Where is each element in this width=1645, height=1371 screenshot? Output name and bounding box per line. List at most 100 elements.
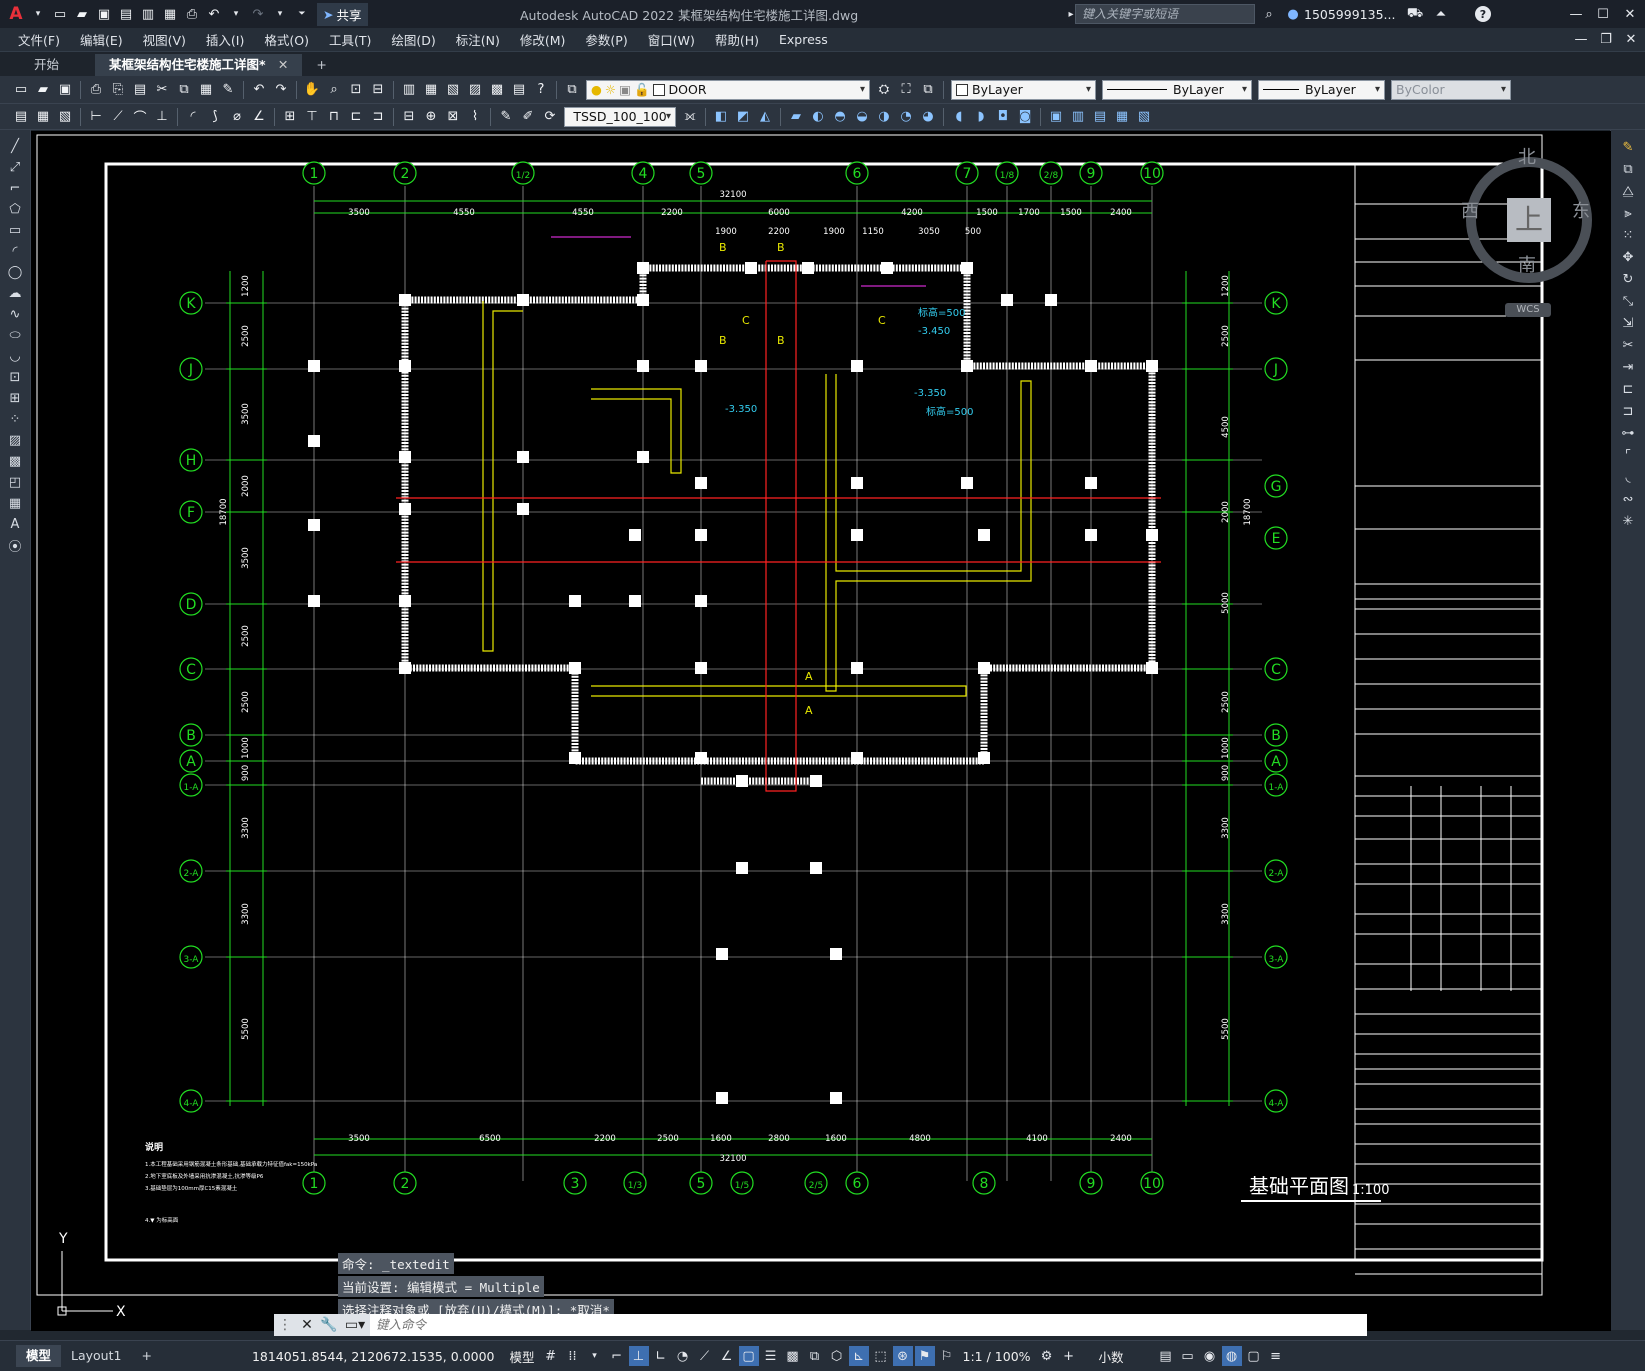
autocad-logo-icon[interactable]: A [6, 4, 26, 24]
lineweight-dropdown[interactable]: ByLayer ▾ [1258, 79, 1385, 100]
calculator-icon[interactable]: ▤ [509, 80, 529, 100]
save-icon[interactable]: ▣ [94, 4, 114, 24]
join-icon[interactable]: ⊶ [1614, 422, 1642, 444]
tool-palettes-icon[interactable]: ▧ [443, 80, 463, 100]
dim-text-edit-icon[interactable]: ✐ [518, 107, 538, 127]
menu-file[interactable]: 文件(F) [8, 30, 70, 49]
color-dropdown[interactable]: ByLayer ▾ [951, 79, 1096, 100]
dim-continue-icon[interactable]: ⊓ [324, 107, 344, 127]
slice-icon[interactable]: ◖ [949, 107, 969, 127]
region-icon[interactable]: ◰ [2, 472, 28, 492]
gizmo-icon[interactable]: ⊛ [892, 1346, 913, 1366]
layer-previous-icon[interactable]: ⛶ [896, 80, 916, 100]
new-tab-button[interactable]: + [302, 54, 340, 76]
properties-icon[interactable]: ▥ [399, 80, 419, 100]
search-input[interactable]: 键入关键字或短语 [1075, 4, 1255, 24]
quick-dim-icon[interactable]: ⊞ [280, 107, 300, 127]
publish-icon[interactable]: ▤ [130, 80, 150, 100]
share-button[interactable]: ➤ 共享 [317, 2, 368, 26]
array-icon[interactable]: ⁙ [1614, 224, 1642, 246]
chevron-down-icon[interactable]: ▾ [585, 1346, 605, 1366]
insert-block-icon[interactable]: ⊡ [2, 367, 28, 387]
zoom-window-icon[interactable]: ⊡ [346, 80, 366, 100]
undo-icon[interactable]: ↶ [204, 4, 224, 24]
save-as-icon[interactable]: ▤ [116, 4, 136, 24]
menu-modify[interactable]: 修改(M) [510, 30, 576, 49]
zoom-previous-icon[interactable]: ⊟ [368, 80, 388, 100]
trim-icon[interactable]: ✂ [1614, 334, 1642, 356]
customization-icon[interactable]: ≡ [1266, 1346, 1286, 1366]
object-snap-icon[interactable]: ▢ [738, 1346, 759, 1366]
lock-ui-icon[interactable]: ▭ [1178, 1346, 1198, 1366]
user-name[interactable]: 1505999135... [1304, 7, 1395, 22]
dim-arc-icon[interactable]: ⌒ [130, 107, 150, 127]
make-current-layer-icon[interactable]: ⛭ [874, 80, 894, 100]
menu-help[interactable]: 帮助(H) [705, 30, 769, 49]
new-file-icon[interactable]: ▭ [50, 4, 70, 24]
clean-icon[interactable]: ▧ [1134, 107, 1154, 127]
close-command-icon[interactable]: ✕ [296, 1317, 318, 1333]
fillet-icon[interactable]: ◟ [1614, 466, 1642, 488]
redo-dropdown-icon[interactable]: ▾ [270, 4, 290, 24]
tab-close-icon[interactable]: ✕ [278, 57, 288, 72]
viewcube-west[interactable]: 西 [1461, 197, 1479, 223]
solid-wedge-icon[interactable]: ◩ [733, 107, 753, 127]
layer-dropdown[interactable]: ● ☼ ▣ 🔓 DOOR ▾ [586, 79, 870, 100]
copy-object-icon[interactable]: ⧉ [1614, 158, 1642, 180]
jogged-linear-icon[interactable]: ⌇ [465, 107, 485, 127]
user-icon[interactable]: ● [1283, 4, 1303, 24]
construction-line-icon[interactable]: ⤢ [2, 157, 28, 177]
design-center-icon[interactable]: ▦ [421, 80, 441, 100]
snap-icon[interactable]: ⁞⁞ [563, 1346, 583, 1366]
tab-model[interactable]: 模型 [16, 1345, 62, 1367]
dim-diameter-icon[interactable]: ⌀ [227, 107, 247, 127]
flatshot-icon[interactable]: ◙ [1015, 107, 1035, 127]
menu-window[interactable]: 窗口(W) [638, 30, 705, 49]
check-icon[interactable]: ▦ [1112, 107, 1132, 127]
offset-icon[interactable]: ⫸ [1614, 202, 1642, 224]
dim-radius-icon[interactable]: ◜ [183, 107, 203, 127]
open-web-icon[interactable]: ▥ [138, 4, 158, 24]
command-prompt-icon[interactable]: ▭▾ [340, 1317, 370, 1333]
viewcube-top-face[interactable]: 上 [1507, 198, 1551, 242]
customize-qat-icon[interactable]: ⏷ [292, 4, 312, 24]
plot-preview-icon[interactable]: ⎘ [108, 80, 128, 100]
mtext-icon[interactable]: A [2, 514, 28, 534]
grip-handle-icon[interactable]: ⋮ [274, 1317, 296, 1333]
point-icon[interactable]: ⁘ [2, 409, 28, 429]
space-toggle[interactable]: 模型 [505, 1347, 540, 1366]
circle-icon[interactable]: ◯ [2, 262, 28, 282]
save-icon[interactable]: ▣ [55, 80, 75, 100]
annotation-scale[interactable]: 1:1 / 100% [958, 1349, 1036, 1364]
plotstyle-dropdown[interactable]: ByColor ▾ [1391, 79, 1511, 100]
workspace-gear-icon[interactable]: ⚙ [1037, 1346, 1057, 1366]
break-at-point-icon[interactable]: ⊏ [1614, 378, 1642, 400]
spline-icon[interactable]: ∿ [2, 304, 28, 324]
menu-insert[interactable]: 插入(I) [196, 30, 254, 49]
menu-tools[interactable]: 工具(T) [319, 30, 381, 49]
polygon-icon[interactable]: ⬠ [2, 199, 28, 219]
units-display[interactable]: 小数 [1094, 1347, 1129, 1366]
copy-icon[interactable]: ⧉ [174, 80, 194, 100]
redo-icon[interactable]: ↷ [271, 80, 291, 100]
wcs-menu[interactable]: WCS [1505, 303, 1551, 317]
print-icon[interactable]: ⎙ [182, 4, 202, 24]
revolve-icon[interactable]: ◐ [808, 107, 828, 127]
extend-icon[interactable]: ⇥ [1614, 356, 1642, 378]
cut-icon[interactable]: ✂ [152, 80, 172, 100]
undo-dropdown-icon[interactable]: ▾ [226, 4, 246, 24]
arc-icon[interactable]: ◜ [2, 241, 28, 261]
doc-close-icon[interactable]: ✕ [1621, 30, 1641, 50]
help-icon[interactable]: ? [531, 80, 551, 100]
dynamic-ucs-icon[interactable]: ⊾ [848, 1346, 869, 1366]
grid-icon[interactable]: # [541, 1346, 561, 1366]
dim-ordinate-icon[interactable]: ⊥ [152, 107, 172, 127]
menu-draw[interactable]: 绘图(D) [381, 30, 445, 49]
dim-update-icon[interactable]: ⟳ [540, 107, 560, 127]
gradient-icon[interactable]: ▩ [2, 451, 28, 471]
clean-screen-icon[interactable]: ▢ [1244, 1346, 1264, 1366]
customize-icon[interactable]: 🔧 [318, 1317, 340, 1333]
add-selected-icon[interactable]: ⦿ [2, 535, 28, 555]
center-mark-icon[interactable]: ⊕ [421, 107, 441, 127]
section-icon[interactable]: ◘ [993, 107, 1013, 127]
